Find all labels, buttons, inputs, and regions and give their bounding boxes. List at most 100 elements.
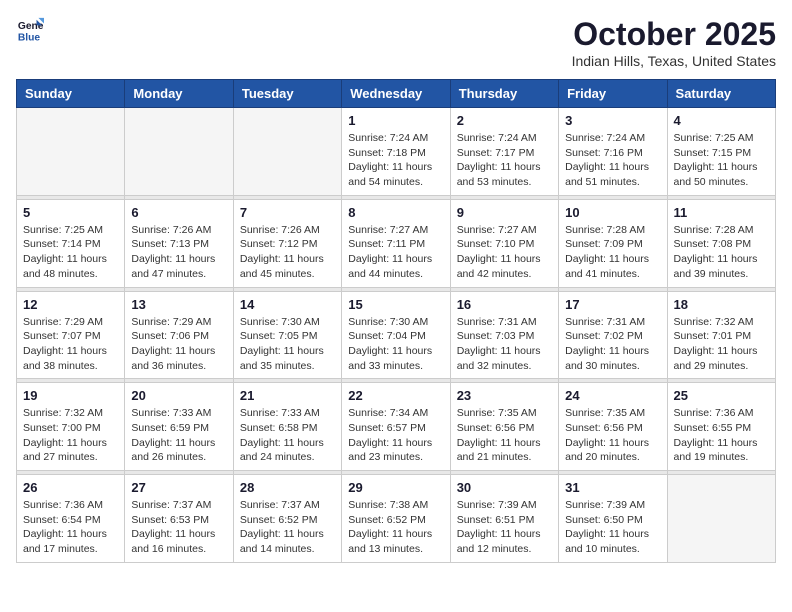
day-info: Sunrise: 7:30 AM Sunset: 7:04 PM Dayligh… — [348, 315, 443, 374]
calendar-week-row: 19Sunrise: 7:32 AM Sunset: 7:00 PM Dayli… — [17, 383, 776, 471]
calendar-dow-monday: Monday — [125, 80, 233, 108]
day-number: 28 — [240, 480, 335, 495]
day-number: 12 — [23, 297, 118, 312]
day-info: Sunrise: 7:39 AM Sunset: 6:50 PM Dayligh… — [565, 498, 660, 557]
day-info: Sunrise: 7:32 AM Sunset: 7:01 PM Dayligh… — [674, 315, 769, 374]
day-info: Sunrise: 7:28 AM Sunset: 7:09 PM Dayligh… — [565, 223, 660, 282]
day-number: 1 — [348, 113, 443, 128]
day-number: 31 — [565, 480, 660, 495]
day-number: 3 — [565, 113, 660, 128]
title-area: October 2025 Indian Hills, Texas, United… — [572, 16, 776, 69]
day-number: 17 — [565, 297, 660, 312]
day-info: Sunrise: 7:34 AM Sunset: 6:57 PM Dayligh… — [348, 406, 443, 465]
calendar-dow-thursday: Thursday — [450, 80, 558, 108]
calendar-cell: 19Sunrise: 7:32 AM Sunset: 7:00 PM Dayli… — [17, 383, 125, 471]
day-number: 5 — [23, 205, 118, 220]
day-number: 4 — [674, 113, 769, 128]
day-info: Sunrise: 7:29 AM Sunset: 7:07 PM Dayligh… — [23, 315, 118, 374]
calendar-cell: 6 Sunrise: 7:26 AM Sunset: 7:13 PM Daylig… — [125, 199, 233, 287]
day-number: 29 — [348, 480, 443, 495]
day-number: 2 — [457, 113, 552, 128]
day-info: Sunrise: 7:36 AM Sunset: 6:54 PM Dayligh… — [23, 498, 118, 557]
calendar-cell: 2 Sunrise: 7:24 AM Sunset: 7:17 PM Daylig… — [450, 108, 558, 196]
calendar-dow-wednesday: Wednesday — [342, 80, 450, 108]
calendar-cell: 4 Sunrise: 7:25 AM Sunset: 7:15 PM Daylig… — [667, 108, 775, 196]
day-number: 14 — [240, 297, 335, 312]
calendar-cell: 24 Sunrise: 7:35 AM Sunset: 6:56 PM Dayli… — [559, 383, 667, 471]
calendar-cell: 22 Sunrise: 7:34 AM Sunset: 6:57 PM Dayli… — [342, 383, 450, 471]
location: Indian Hills, Texas, United States — [572, 53, 776, 69]
day-info: Sunrise: 7:24 AM Sunset: 7:17 PM Dayligh… — [457, 131, 552, 190]
calendar-table: SundayMondayTuesdayWednesdayThursdayFrid… — [16, 79, 776, 563]
calendar-dow-sunday: Sunday — [17, 80, 125, 108]
day-info: Sunrise: 7:35 AM Sunset: 6:56 PM Dayligh… — [565, 406, 660, 465]
calendar-cell: 31 Sunrise: 7:39 AM Sunset: 6:50 PM Dayli… — [559, 475, 667, 563]
day-info: Sunrise: 7:33 AM Sunset: 6:58 PM Dayligh… — [240, 406, 335, 465]
day-info: Sunrise: 7:31 AM Sunset: 7:03 PM Dayligh… — [457, 315, 552, 374]
day-info: Sunrise: 7:27 AM Sunset: 7:10 PM Dayligh… — [457, 223, 552, 282]
calendar-cell: 25 Sunrise: 7:36 AM Sunset: 6:55 PM Dayli… — [667, 383, 775, 471]
svg-text:Blue: Blue — [18, 32, 41, 43]
day-info: Sunrise: 7:26 AM Sunset: 7:13 PM Dayligh… — [131, 223, 226, 282]
calendar-cell: 10 Sunrise: 7:28 AM Sunset: 7:09 PM Dayli… — [559, 199, 667, 287]
day-info: Sunrise: 7:27 AM Sunset: 7:11 PM Dayligh… — [348, 223, 443, 282]
day-number: 9 — [457, 205, 552, 220]
calendar-cell: 13Sunrise: 7:29 AM Sunset: 7:06 PM Dayli… — [125, 291, 233, 379]
day-number: 11 — [674, 205, 769, 220]
calendar-dow-tuesday: Tuesday — [233, 80, 341, 108]
day-info: Sunrise: 7:25 AM Sunset: 7:15 PM Dayligh… — [674, 131, 769, 190]
calendar-cell: 28Sunrise: 7:37 AM Sunset: 6:52 PM Dayli… — [233, 475, 341, 563]
day-number: 23 — [457, 388, 552, 403]
calendar-cell — [125, 108, 233, 196]
calendar-header-row: SundayMondayTuesdayWednesdayThursdayFrid… — [17, 80, 776, 108]
calendar-cell: 15 Sunrise: 7:30 AM Sunset: 7:04 PM Dayli… — [342, 291, 450, 379]
day-number: 24 — [565, 388, 660, 403]
day-info: Sunrise: 7:24 AM Sunset: 7:16 PM Dayligh… — [565, 131, 660, 190]
day-info: Sunrise: 7:33 AM Sunset: 6:59 PM Dayligh… — [131, 406, 226, 465]
calendar-cell — [233, 108, 341, 196]
day-number: 27 — [131, 480, 226, 495]
calendar-cell: 26 Sunrise: 7:36 AM Sunset: 6:54 PM Dayli… — [17, 475, 125, 563]
day-number: 20 — [131, 388, 226, 403]
calendar-cell: 7 Sunrise: 7:26 AM Sunset: 7:12 PM Daylig… — [233, 199, 341, 287]
day-info: Sunrise: 7:25 AM Sunset: 7:14 PM Dayligh… — [23, 223, 118, 282]
calendar-dow-friday: Friday — [559, 80, 667, 108]
calendar-cell: 12 Sunrise: 7:29 AM Sunset: 7:07 PM Dayli… — [17, 291, 125, 379]
page-header: General Blue October 2025 Indian Hills, … — [16, 16, 776, 69]
month-title: October 2025 — [572, 16, 776, 53]
calendar-cell: 20 Sunrise: 7:33 AM Sunset: 6:59 PM Dayli… — [125, 383, 233, 471]
calendar-cell: 17Sunrise: 7:31 AM Sunset: 7:02 PM Dayli… — [559, 291, 667, 379]
day-info: Sunrise: 7:28 AM Sunset: 7:08 PM Dayligh… — [674, 223, 769, 282]
calendar-cell: 27 Sunrise: 7:37 AM Sunset: 6:53 PM Dayli… — [125, 475, 233, 563]
calendar-cell: 9 Sunrise: 7:27 AM Sunset: 7:10 PM Daylig… — [450, 199, 558, 287]
calendar-cell: 18 Sunrise: 7:32 AM Sunset: 7:01 PM Dayli… — [667, 291, 775, 379]
logo-icon: General Blue — [16, 16, 44, 44]
day-number: 22 — [348, 388, 443, 403]
calendar-cell: 16 Sunrise: 7:31 AM Sunset: 7:03 PM Dayli… — [450, 291, 558, 379]
calendar-week-row: 1Sunrise: 7:24 AM Sunset: 7:18 PM Daylig… — [17, 108, 776, 196]
calendar-week-row: 26 Sunrise: 7:36 AM Sunset: 6:54 PM Dayli… — [17, 475, 776, 563]
calendar-cell: 5 Sunrise: 7:25 AM Sunset: 7:14 PM Daylig… — [17, 199, 125, 287]
calendar-cell: 3 Sunrise: 7:24 AM Sunset: 7:16 PM Daylig… — [559, 108, 667, 196]
svg-text:General: General — [18, 21, 44, 32]
day-number: 25 — [674, 388, 769, 403]
day-number: 6 — [131, 205, 226, 220]
day-number: 26 — [23, 480, 118, 495]
calendar-week-row: 5 Sunrise: 7:25 AM Sunset: 7:14 PM Daylig… — [17, 199, 776, 287]
day-number: 16 — [457, 297, 552, 312]
day-info: Sunrise: 7:37 AM Sunset: 6:53 PM Dayligh… — [131, 498, 226, 557]
day-info: Sunrise: 7:30 AM Sunset: 7:05 PM Dayligh… — [240, 315, 335, 374]
day-info: Sunrise: 7:38 AM Sunset: 6:52 PM Dayligh… — [348, 498, 443, 557]
day-info: Sunrise: 7:39 AM Sunset: 6:51 PM Dayligh… — [457, 498, 552, 557]
day-number: 15 — [348, 297, 443, 312]
calendar-cell: 30Sunrise: 7:39 AM Sunset: 6:51 PM Dayli… — [450, 475, 558, 563]
day-number: 18 — [674, 297, 769, 312]
day-info: Sunrise: 7:35 AM Sunset: 6:56 PM Dayligh… — [457, 406, 552, 465]
day-info: Sunrise: 7:36 AM Sunset: 6:55 PM Dayligh… — [674, 406, 769, 465]
day-number: 13 — [131, 297, 226, 312]
day-number: 7 — [240, 205, 335, 220]
day-info: Sunrise: 7:26 AM Sunset: 7:12 PM Dayligh… — [240, 223, 335, 282]
calendar-cell: 21Sunrise: 7:33 AM Sunset: 6:58 PM Dayli… — [233, 383, 341, 471]
day-number: 8 — [348, 205, 443, 220]
day-number: 10 — [565, 205, 660, 220]
